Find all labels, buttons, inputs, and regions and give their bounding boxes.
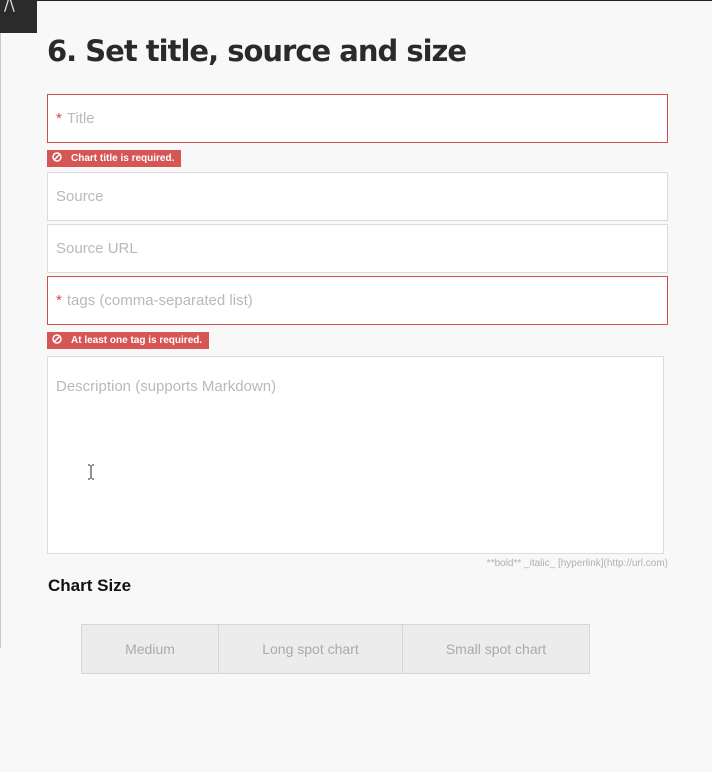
chart-size-option-small-spot[interactable]: Small spot chart (403, 625, 589, 673)
chart-size-option-long-spot[interactable]: Long spot chart (219, 625, 403, 673)
title-error-text: Chart title is required. (71, 153, 175, 164)
title-placeholder: Title (66, 110, 95, 127)
collapse-button[interactable]: /\ (0, 0, 37, 33)
markdown-hint: **bold** _italic_ [hyperlink](http://url… (486, 558, 668, 569)
required-marker: * (56, 292, 62, 309)
source-url-input[interactable]: Source URL (47, 224, 668, 273)
tags-error-badge: At least one tag is required. (47, 332, 210, 349)
required-marker: * (56, 110, 62, 127)
tags-input[interactable]: * tags (comma-separated list) (47, 276, 668, 325)
error-icon (52, 334, 62, 344)
text-cursor-icon (88, 464, 94, 480)
error-icon (52, 152, 62, 162)
chevron-up-icon: /\ (4, 0, 15, 14)
chart-size-option-medium[interactable]: Medium (82, 625, 219, 673)
tags-error-text: At least one tag is required. (71, 335, 203, 346)
description-placeholder: Description (supports Markdown) (56, 378, 277, 395)
top-border (37, 0, 712, 1)
section-heading: 6. Set title, source and size (47, 34, 467, 68)
source-input[interactable]: Source (47, 172, 668, 221)
chart-size-label: Chart Size (48, 576, 132, 595)
chart-size-selector: Medium Long spot chart Small spot chart (81, 624, 590, 674)
source-placeholder: Source (56, 188, 104, 205)
title-input[interactable]: * Title (47, 94, 668, 143)
title-error-badge: Chart title is required. (47, 150, 182, 167)
source-url-placeholder: Source URL (56, 240, 138, 257)
tags-placeholder: tags (comma-separated list) (66, 292, 253, 309)
left-divider (0, 33, 1, 648)
description-textarea[interactable]: Description (supports Markdown) (47, 356, 664, 554)
